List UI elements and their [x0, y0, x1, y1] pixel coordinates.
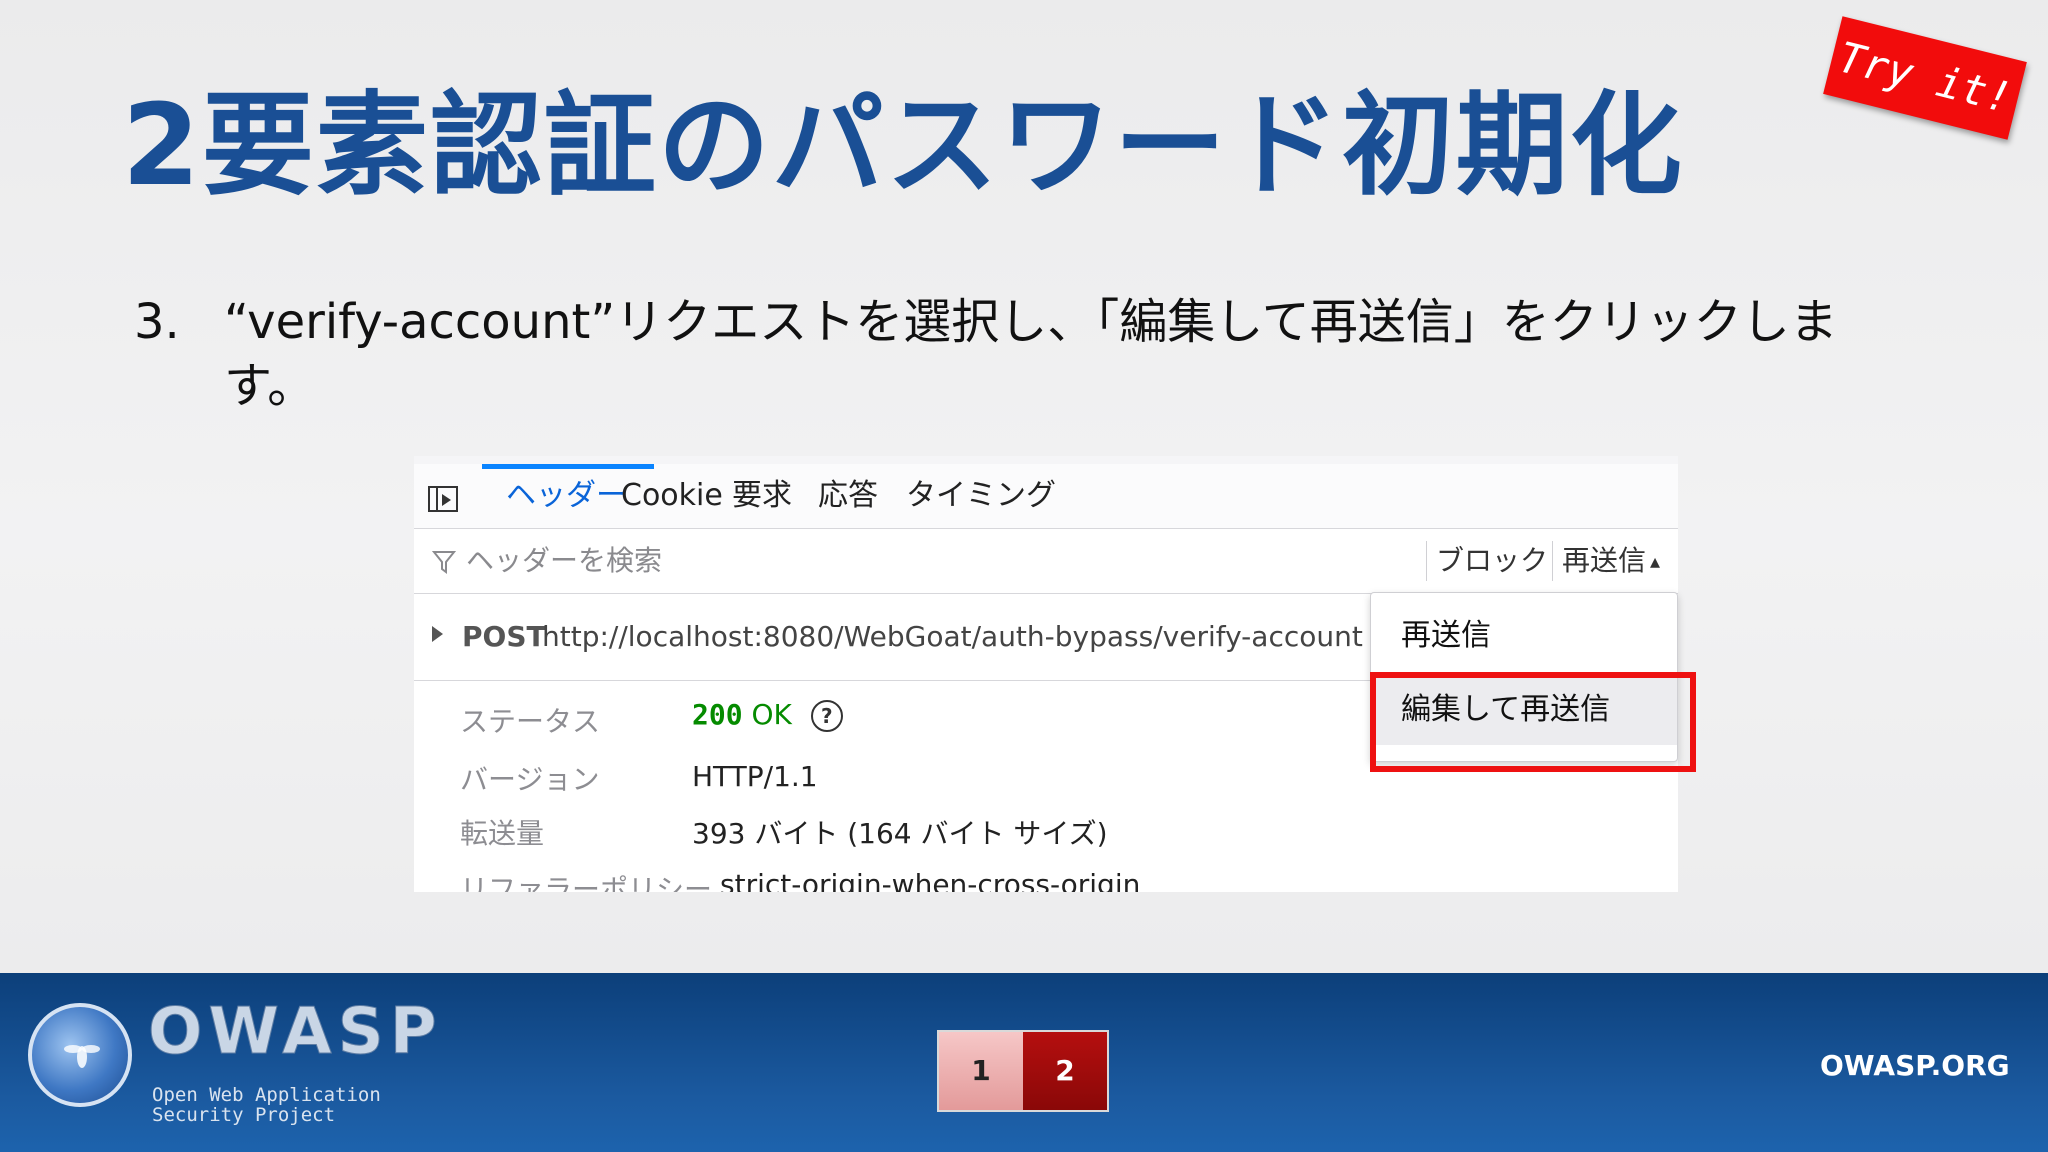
- slide: 2要素認証のパスワード初期化 Try it! 3. “verify-accoun…: [0, 0, 2048, 973]
- toggle-sidebar-icon[interactable]: [428, 486, 458, 512]
- header-search-input[interactable]: ヘッダーを検索: [466, 529, 662, 593]
- owasp-site-link[interactable]: OWASP.ORG: [1820, 1049, 2010, 1082]
- divider: [1552, 541, 1553, 581]
- owasp-tagline-line2: Security Project: [152, 1104, 336, 1126]
- step-text: “verify-account”リクエストを選択し、「編集して再送信」をクリック…: [224, 294, 1838, 414]
- owasp-tagline: Open Web Application Security Project: [152, 1085, 381, 1125]
- version-value: HTTP/1.1: [692, 760, 818, 793]
- page-2-button[interactable]: 2: [1023, 1032, 1107, 1110]
- tab-cookie[interactable]: Cookie: [621, 464, 723, 528]
- owasp-tagline-line1: Open Web Application: [152, 1084, 381, 1106]
- tab-response[interactable]: 応答: [818, 464, 878, 528]
- try-it-badge: Try it!: [1823, 16, 2027, 140]
- tab-timing[interactable]: タイミング: [906, 464, 1056, 528]
- block-button[interactable]: ブロック: [1436, 529, 1548, 593]
- slide-pager: 1 2: [937, 1030, 1109, 1112]
- transfer-value: 393 バイト (164 バイト サイズ): [692, 817, 1108, 850]
- version-label: バージョン: [460, 763, 600, 796]
- wasp-icon: [64, 1045, 100, 1068]
- devtools-tabbar: ヘッダー Cookie 要求 応答 タイミング: [414, 464, 1678, 529]
- status-code: 200: [692, 698, 743, 731]
- expand-triangle-icon[interactable]: [432, 626, 443, 642]
- status-text: OK: [751, 698, 792, 731]
- step-number: 3.: [134, 294, 180, 350]
- referrer-policy-label: リファラーポリシー: [460, 873, 713, 892]
- filter-icon: [432, 551, 456, 574]
- help-icon[interactable]: ?: [810, 700, 843, 732]
- referrer-policy-value: strict-origin-when-cross-origin: [720, 868, 1141, 892]
- page-1-button[interactable]: 1: [939, 1032, 1023, 1110]
- slide-title: 2要素認証のパスワード初期化: [122, 81, 1684, 211]
- tab-request[interactable]: 要求: [732, 464, 792, 528]
- chevron-updown-icon[interactable]: ▴: [1650, 529, 1660, 593]
- request-url: http://localhost:8080/WebGoat/auth-bypas…: [542, 620, 1363, 653]
- status-value: 200 OK ?: [692, 698, 843, 732]
- try-it-badge-label: Try it!: [1833, 32, 2017, 123]
- footer-bar: OWASP Open Web Application Security Proj…: [0, 973, 2048, 1152]
- status-label: ステータス: [460, 705, 601, 738]
- transfer-label: 転送量: [460, 817, 545, 850]
- resend-dropdown-button[interactable]: 再送信: [1562, 529, 1646, 593]
- menu-item-resend[interactable]: 再送信: [1371, 601, 1677, 671]
- filter-bar: ヘッダーを検索 ブロック 再送信 ▴: [414, 529, 1678, 594]
- owasp-wordmark: OWASP: [148, 995, 443, 1070]
- tab-headers[interactable]: ヘッダー: [506, 464, 626, 528]
- divider: [1426, 541, 1427, 581]
- callout-highlight-box: [1370, 672, 1696, 772]
- owasp-logo-icon: [28, 1003, 132, 1107]
- request-method: POST: [462, 620, 546, 653]
